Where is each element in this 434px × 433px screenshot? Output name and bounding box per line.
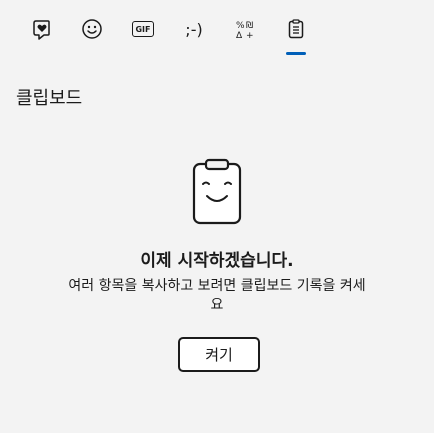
section-title: 클립보드 <box>16 88 83 109</box>
empty-state-description: 여러 항목을 복사하고 보려면 클립보드 기록을 켜세요 <box>68 278 366 313</box>
tab-kaomoji-heart[interactable] <box>24 12 58 46</box>
emoji-smiley-icon <box>81 18 103 40</box>
gif-icon: GIF <box>132 21 154 37</box>
selected-tab-indicator <box>286 52 306 55</box>
svg-text:+: + <box>246 31 254 40</box>
turn-on-button[interactable]: 켜기 <box>178 337 260 372</box>
tab-clipboard[interactable] <box>279 12 313 46</box>
clipboard-panel: GIF ;-) % ₪ Δ + 클립보드 이제 시작하겠습니다. 여러 항목을 … <box>0 0 434 433</box>
symbols-icon: % ₪ Δ + <box>234 18 256 40</box>
clipboard-smiley-icon <box>0 158 434 226</box>
svg-text:₪: ₪ <box>246 21 253 31</box>
category-tabs: GIF ;-) % ₪ Δ + <box>0 0 434 60</box>
svg-text:%: % <box>236 21 245 31</box>
tab-symbols[interactable]: % ₪ Δ + <box>228 12 262 46</box>
empty-state-headline: 이제 시작하겠습니다. <box>140 251 294 271</box>
clipboard-icon <box>285 18 307 40</box>
tab-kaomoji[interactable]: ;-) <box>177 12 211 46</box>
kaomoji-heart-icon <box>30 18 52 40</box>
empty-state: 이제 시작하겠습니다. 여러 항목을 복사하고 보려면 클립보드 기록을 켜세요 <box>0 158 434 315</box>
tab-emoji[interactable] <box>75 12 109 46</box>
svg-text:Δ: Δ <box>236 31 243 40</box>
tab-gif[interactable]: GIF <box>126 12 160 46</box>
gif-label: GIF <box>135 24 151 34</box>
kaomoji-icon: ;-) <box>185 19 203 39</box>
